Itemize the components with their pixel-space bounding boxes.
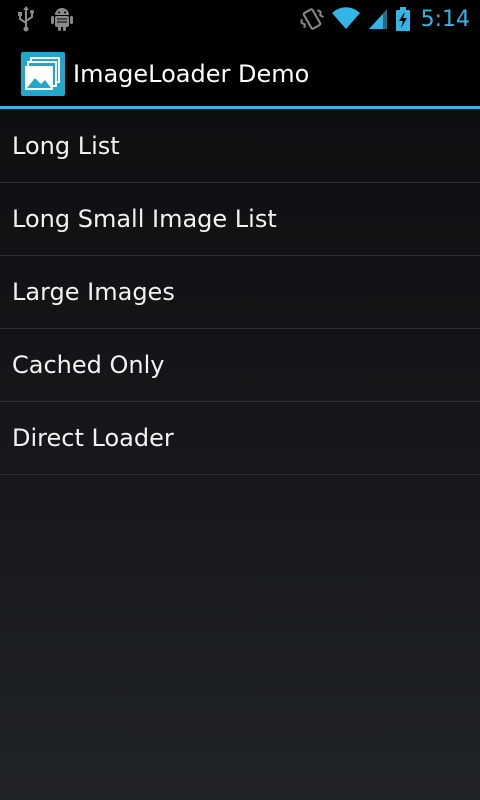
list-item-label: Large Images: [12, 278, 175, 306]
demo-list: Long List Long Small Image List Large Im…: [0, 110, 480, 475]
list-item-label: Cached Only: [12, 351, 165, 379]
list-item-cached-only[interactable]: Cached Only: [0, 329, 480, 402]
list-item-long-list[interactable]: Long List: [0, 110, 480, 183]
usb-icon: [16, 6, 36, 32]
list-item-direct-loader[interactable]: Direct Loader: [0, 402, 480, 475]
status-bar: 5:14: [0, 0, 480, 38]
signal-icon: [367, 7, 389, 31]
action-bar-divider: [0, 106, 480, 109]
screen: 5:14 ImageLoader Demo Long List Long Sma…: [0, 0, 480, 800]
vibrate-icon: [299, 6, 325, 32]
gallery-icon[interactable]: [21, 52, 65, 96]
system-icons: 5:14: [299, 4, 470, 34]
list-item-long-small-image-list[interactable]: Long Small Image List: [0, 183, 480, 256]
list-item-label: Direct Loader: [12, 424, 174, 452]
battery-charging-icon: [395, 6, 411, 32]
android-debug-icon: [50, 6, 74, 32]
list-item-label: Long List: [12, 132, 120, 160]
clock: 5:14: [420, 6, 470, 32]
wifi-icon: [331, 7, 361, 31]
action-bar: ImageLoader Demo: [0, 38, 480, 106]
notification-icons: [16, 6, 74, 32]
app-title: ImageLoader Demo: [73, 60, 310, 88]
list-item-label: Long Small Image List: [12, 205, 277, 233]
list-item-large-images[interactable]: Large Images: [0, 256, 480, 329]
